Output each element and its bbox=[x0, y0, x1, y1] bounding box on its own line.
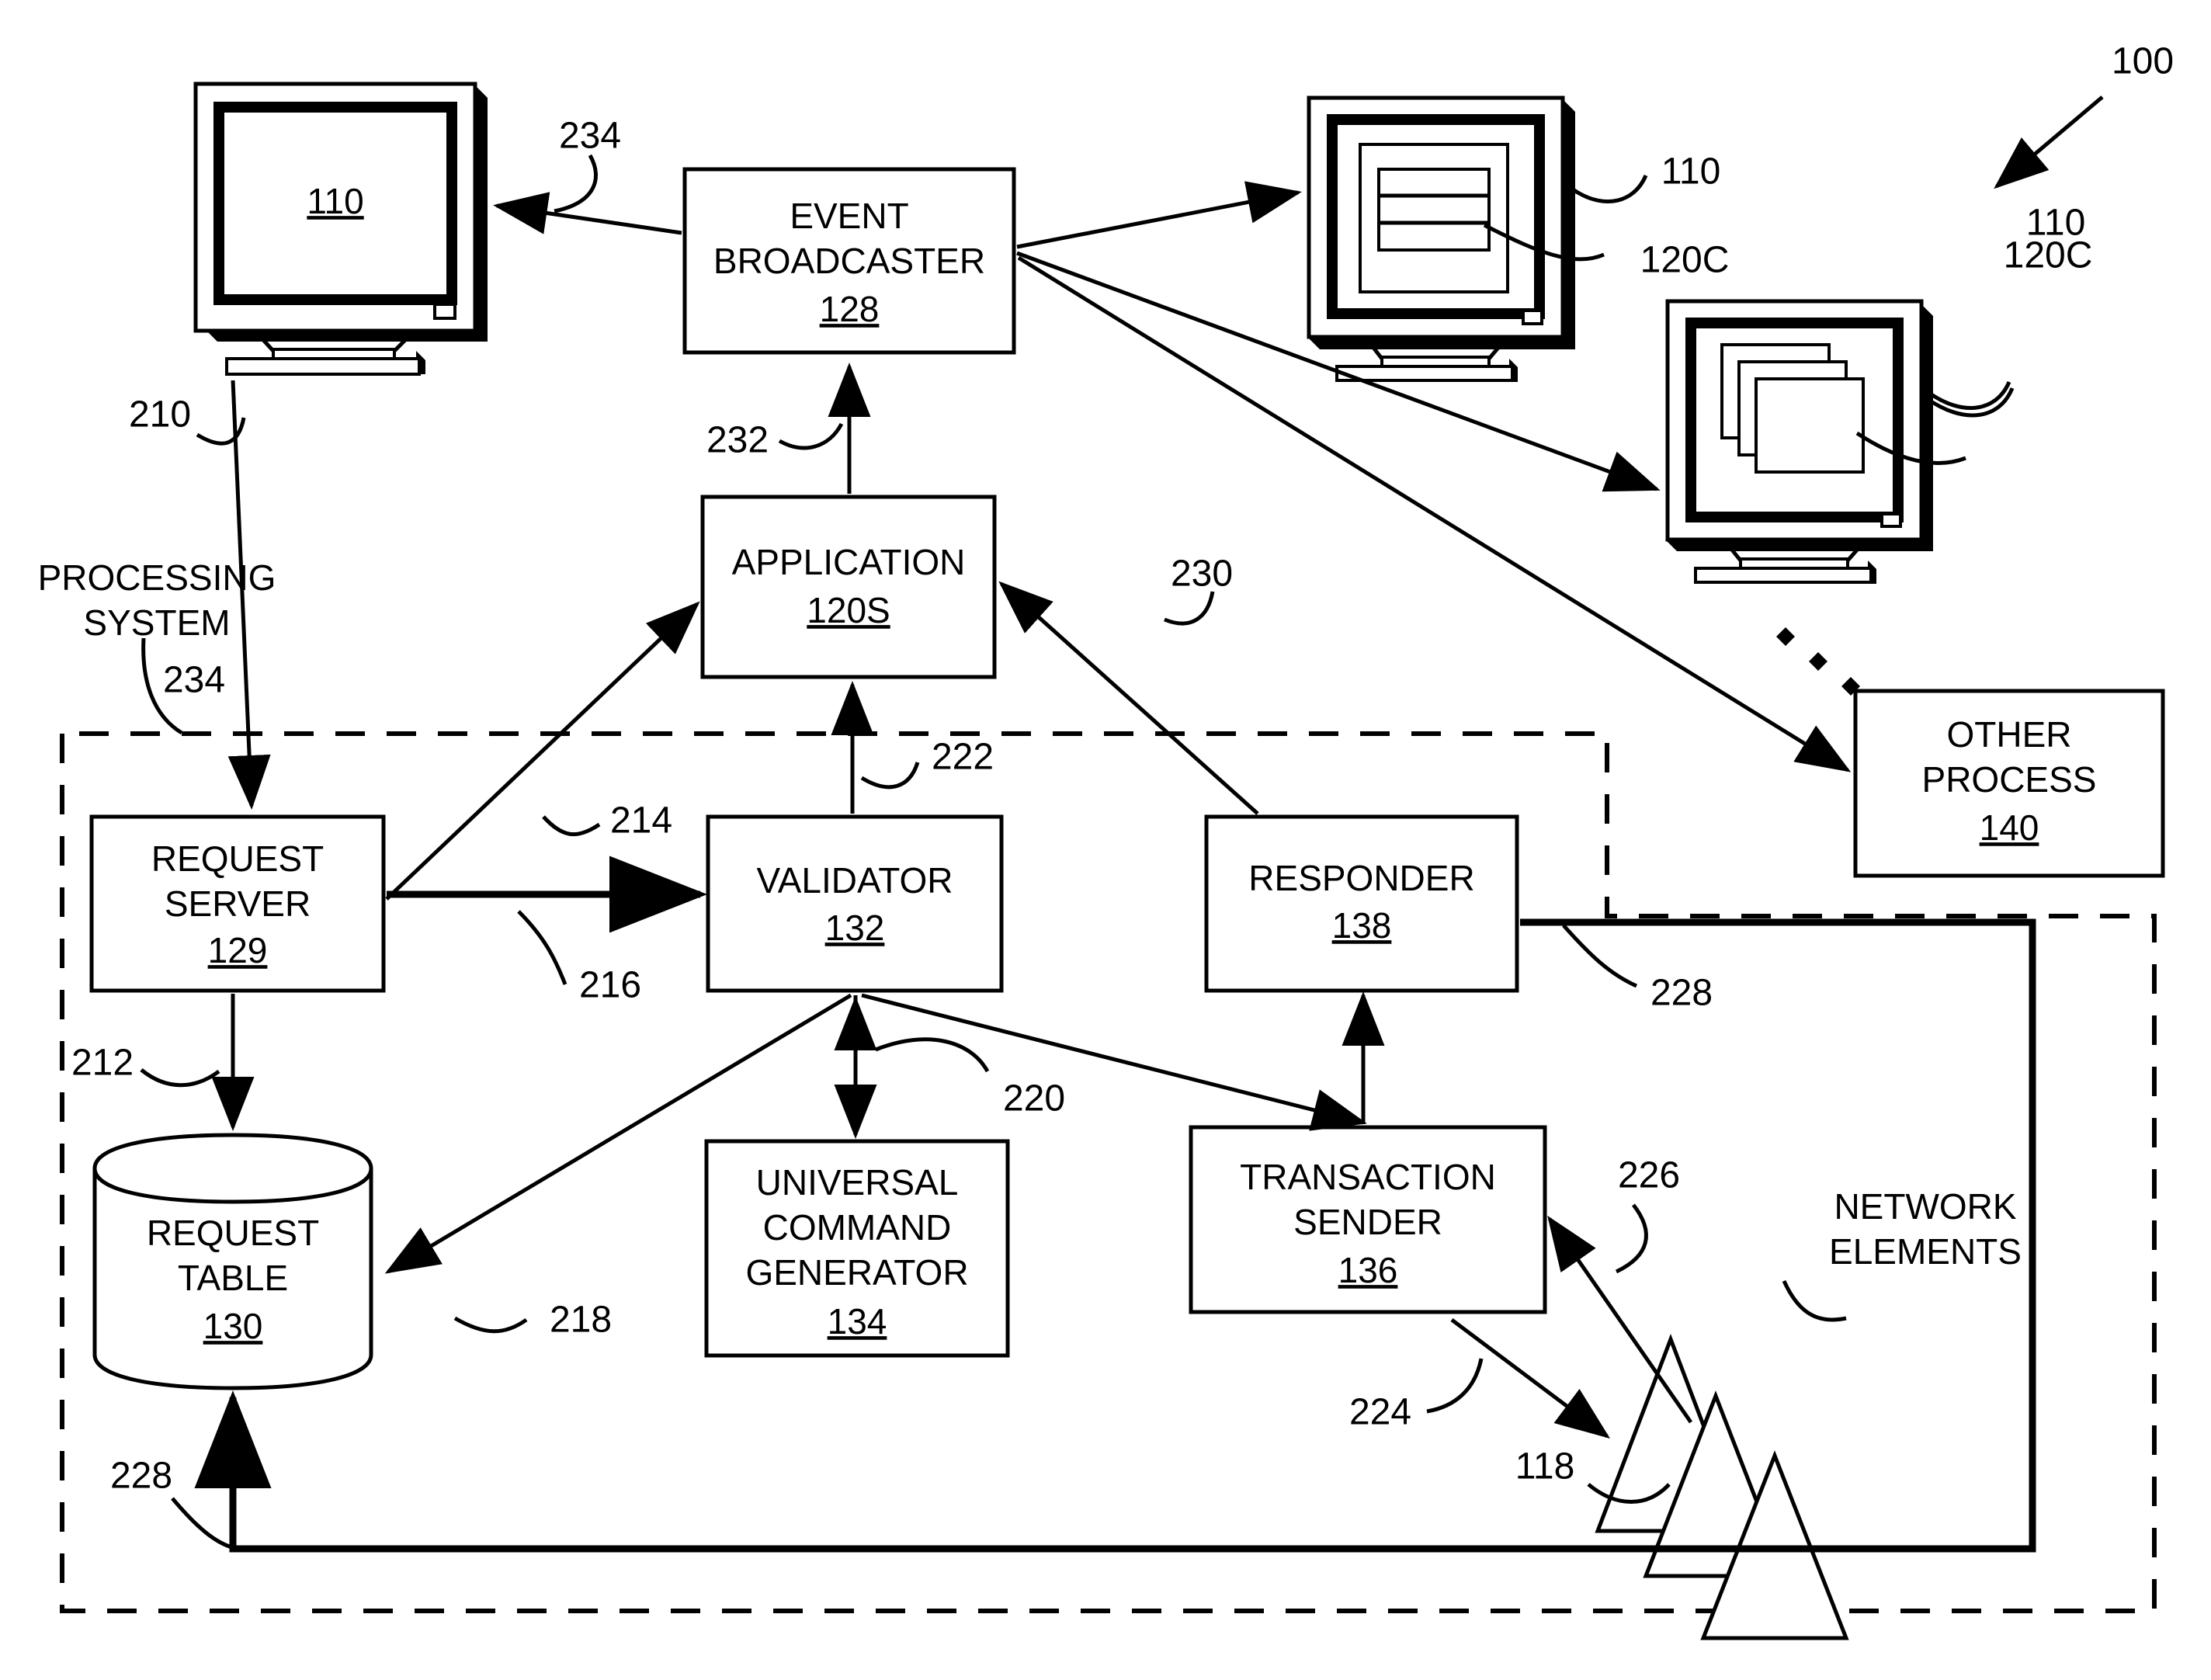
ref-224-label: 224 bbox=[1349, 1392, 1411, 1433]
processing-system-line1: PROCESSING bbox=[38, 557, 276, 598]
block-other-process[interactable]: OTHER PROCESS 140 bbox=[1853, 689, 2165, 878]
validator-line1: VALIDATOR bbox=[756, 860, 953, 901]
callout-110-lower-right-right-side bbox=[1924, 387, 2015, 418]
network-elements-line2: ELEMENTS bbox=[1829, 1231, 2022, 1272]
transaction-sender-line1: TRANSACTION bbox=[1240, 1157, 1496, 1197]
monitor-lower-right bbox=[1665, 299, 1933, 696]
event-broadcaster-num: 128 bbox=[820, 289, 880, 329]
ref-214-leader: 214 bbox=[542, 800, 672, 842]
processing-system-ref: 234 bbox=[163, 660, 225, 701]
ref-218-label: 218 bbox=[550, 1300, 612, 1341]
ref-100-label: 100 bbox=[2112, 41, 2174, 82]
ref-210-label: 210 bbox=[129, 394, 191, 436]
ref-222-label: 222 bbox=[932, 737, 994, 778]
other-process-line1: OTHER bbox=[1947, 714, 2072, 755]
responder-num: 138 bbox=[1332, 905, 1392, 946]
block-universal-command-generator[interactable]: UNIVERSAL COMMAND GENERATOR 134 bbox=[704, 1139, 1010, 1358]
network-element-triangles bbox=[1595, 1333, 1849, 1640]
ucg-num: 134 bbox=[828, 1301, 887, 1342]
other-process-line2: PROCESS bbox=[1922, 759, 2097, 800]
ref-220-label: 220 bbox=[1003, 1078, 1065, 1119]
ref-214-label: 214 bbox=[610, 800, 672, 842]
ucg-line3: GENERATOR bbox=[745, 1252, 968, 1293]
ucg-line2: COMMAND bbox=[763, 1207, 952, 1248]
ref-234-label: 234 bbox=[559, 116, 621, 157]
event-broadcaster-line1: EVENT bbox=[790, 196, 908, 236]
transaction-sender-num: 136 bbox=[1338, 1250, 1398, 1290]
ref-228-bottom-label: 228 bbox=[110, 1456, 172, 1497]
flow-validator-to-transaction-sender bbox=[861, 993, 1367, 1131]
ref-220-leader: 220 bbox=[875, 1037, 1065, 1119]
block-transaction-sender[interactable]: TRANSACTION SENDER 136 bbox=[1189, 1125, 1547, 1314]
ref-230-leader: 230 bbox=[1164, 554, 1233, 626]
ref-226-leader: 226 bbox=[1615, 1155, 1680, 1274]
ref-226-label: 226 bbox=[1618, 1155, 1680, 1196]
processing-system-line2: SYSTEM bbox=[83, 602, 230, 643]
system-architecture-diagram: 110 EVENT BROADCASTER 128 APPLICATION 12… bbox=[38, 41, 2174, 1640]
ref-210-leader: 210 bbox=[129, 394, 246, 446]
validator-num: 132 bbox=[825, 908, 885, 948]
processing-system-label: PROCESSING SYSTEM 234 bbox=[38, 557, 276, 735]
application-line1: APPLICATION bbox=[732, 542, 966, 582]
ref-216-leader: 216 bbox=[517, 910, 641, 1006]
callout-120C-lower-right-label: 120C bbox=[2004, 235, 2093, 276]
request-server-line2: SERVER bbox=[165, 883, 311, 924]
ref-118-label: 118 bbox=[1515, 1446, 1575, 1487]
callout-110-lower-right: 110 bbox=[1925, 203, 2085, 410]
request-table-line2: TABLE bbox=[178, 1258, 288, 1298]
block-validator[interactable]: VALIDATOR 132 bbox=[706, 814, 1004, 993]
ref-228-bottom-leader: 228 bbox=[110, 1456, 235, 1550]
datastore-request-table[interactable]: REQUEST TABLE 130 bbox=[92, 1133, 373, 1390]
flow-broadcaster-to-monitor-top-right bbox=[1016, 181, 1302, 249]
request-server-line1: REQUEST bbox=[151, 838, 324, 879]
callout-110-top-right-label: 110 bbox=[1661, 151, 1721, 193]
ref-232-label: 232 bbox=[706, 420, 769, 461]
ref-218-leader: 218 bbox=[453, 1300, 612, 1341]
ref-230-label: 230 bbox=[1171, 554, 1233, 595]
ref-212-leader: 212 bbox=[71, 1043, 220, 1088]
ref-212-label: 212 bbox=[71, 1043, 134, 1084]
monitor-top-right bbox=[1307, 95, 1575, 382]
ref-216-label: 216 bbox=[579, 965, 641, 1006]
ref-232-leader: 232 bbox=[706, 420, 844, 461]
ref-228-top-leader: 228 bbox=[1562, 924, 1713, 1014]
request-table-num: 130 bbox=[203, 1306, 263, 1346]
request-server-num: 129 bbox=[208, 930, 268, 970]
application-num: 120S bbox=[807, 590, 890, 630]
flow-230-responder-to-application bbox=[998, 581, 1259, 815]
ref-222-leader: 222 bbox=[860, 737, 994, 790]
other-process-num: 140 bbox=[1980, 807, 2039, 848]
flow-234-broadcaster-to-monitor bbox=[493, 192, 682, 235]
monitor-left-screen-label: 110 bbox=[307, 181, 363, 221]
block-event-broadcaster[interactable]: EVENT BROADCASTER 128 bbox=[682, 167, 1016, 355]
callout-120C-top-right-label: 120C bbox=[1640, 240, 1730, 281]
ref-228-top-label: 228 bbox=[1650, 973, 1713, 1014]
ref-224-leader: 224 bbox=[1349, 1358, 1484, 1433]
monitor-left: 110 bbox=[193, 82, 488, 376]
block-application[interactable]: APPLICATION 120S bbox=[700, 495, 997, 679]
ucg-line1: UNIVERSAL bbox=[756, 1162, 959, 1203]
callout-110-top-right: 110 bbox=[1565, 151, 1721, 203]
ref-100-system: 100 bbox=[1994, 41, 2174, 189]
ref-234-leader: 234 bbox=[554, 116, 621, 213]
event-broadcaster-line2: BROADCASTER bbox=[713, 241, 985, 281]
flow-228-responder-to-request-table bbox=[194, 918, 2036, 1553]
block-responder[interactable]: RESPONDER 138 bbox=[1204, 814, 1519, 993]
flow-226-network-element-to-transaction-sender bbox=[1547, 1215, 1693, 1424]
block-request-server[interactable]: REQUEST SERVER 129 bbox=[89, 814, 386, 993]
network-elements-label: NETWORK ELEMENTS bbox=[1782, 1186, 2022, 1322]
flow-214-request-server-to-application bbox=[385, 601, 700, 901]
transaction-sender-line2: SENDER bbox=[1293, 1202, 1442, 1242]
responder-line1: RESPONDER bbox=[1248, 858, 1474, 898]
network-elements-line1: NETWORK bbox=[1834, 1186, 2016, 1227]
request-table-line1: REQUEST bbox=[147, 1213, 319, 1253]
patent-figure-canvas: 110 EVENT BROADCASTER 128 APPLICATION 12… bbox=[0, 0, 2211, 1680]
